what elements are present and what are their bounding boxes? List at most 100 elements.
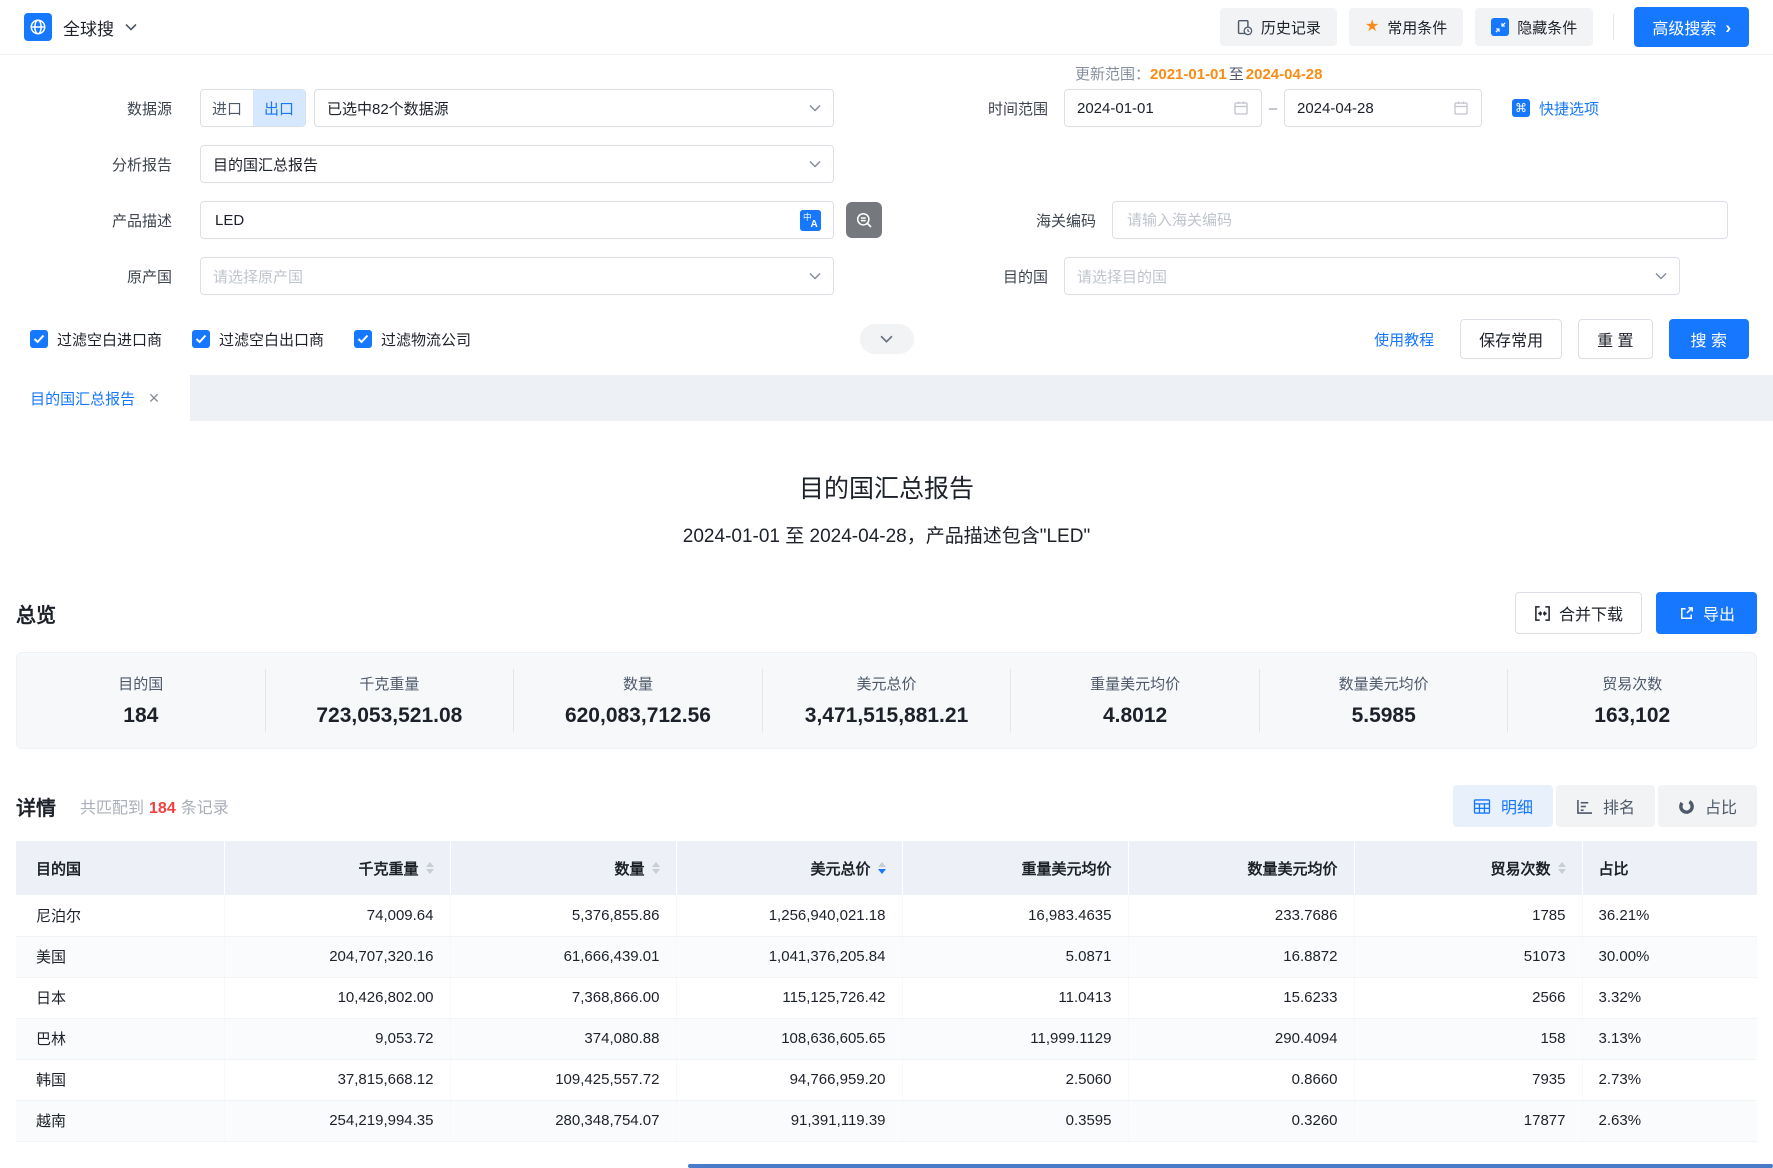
value-cell: 2.73% bbox=[1582, 1059, 1757, 1100]
filter-checkbox-1[interactable]: 过滤空白出口商 bbox=[192, 329, 324, 350]
tutorial-link[interactable]: 使用教程 bbox=[1374, 329, 1434, 350]
overview-stats: 目的国184千克重量723,053,521.08数量620,083,712.56… bbox=[16, 652, 1757, 749]
export-button[interactable]: 导出 bbox=[1656, 592, 1757, 634]
import-segment[interactable]: 进口 bbox=[201, 90, 253, 126]
value-cell: 15.6233 bbox=[1128, 977, 1354, 1018]
start-date-input[interactable]: 2024-01-01 bbox=[1064, 89, 1262, 127]
stat-item: 数量美元均价 5.5985 bbox=[1260, 669, 1509, 732]
hide-conditions-button[interactable]: 隐藏条件 bbox=[1475, 8, 1593, 46]
stat-label: 贸易次数 bbox=[1508, 673, 1756, 694]
collapse-icon bbox=[1491, 18, 1509, 36]
value-cell: 91,391,119.39 bbox=[676, 1100, 902, 1141]
column-header-2[interactable]: 数量 bbox=[450, 841, 676, 895]
product-desc-field: 中A bbox=[200, 201, 834, 239]
collapse-panel-button[interactable] bbox=[860, 324, 914, 354]
topbar-actions: 历史记录 ★ 常用条件 隐藏条件 高级搜索 › bbox=[1220, 7, 1749, 47]
stat-value: 5.5985 bbox=[1260, 704, 1508, 728]
details-heading: 详情 bbox=[16, 792, 56, 821]
table-row: 韩国37,815,668.12109,425,557.7294,766,959.… bbox=[16, 1059, 1757, 1100]
tab-strip: 目的国汇总报告 ✕ bbox=[0, 375, 1773, 421]
chevron-down-icon bbox=[809, 272, 821, 280]
view-detail-button[interactable]: 明细 bbox=[1453, 785, 1553, 827]
stat-item: 美元总价3,471,515,881.21 bbox=[763, 669, 1012, 732]
sort-icon[interactable] bbox=[652, 862, 660, 874]
tab-destination-report[interactable]: 目的国汇总报告 ✕ bbox=[0, 375, 190, 421]
column-header-6[interactable]: 贸易次数 bbox=[1354, 841, 1582, 895]
value-cell: 7,368,866.00 bbox=[450, 977, 676, 1018]
search-panel: 更新范围：2021-01-01至2024-04-28 数据源 进口 出口 已选中… bbox=[0, 55, 1773, 359]
value-cell: 37,815,668.12 bbox=[224, 1059, 450, 1100]
advanced-search-button[interactable]: 高级搜索 › bbox=[1634, 7, 1749, 47]
search-actions: 使用教程 保存常用 重 置 搜 索 bbox=[1374, 319, 1749, 359]
topbar: 全球搜 历史记录 ★ 常用条件 隐藏条件 高级搜索 › bbox=[0, 0, 1773, 55]
value-cell: 1,256,940,021.18 bbox=[676, 895, 902, 936]
history-button[interactable]: 历史记录 bbox=[1220, 8, 1337, 46]
sort-icon[interactable] bbox=[878, 862, 886, 874]
overview-actions: 合并下载 导出 bbox=[1515, 592, 1757, 634]
stat-label: 千克重量 bbox=[266, 673, 514, 694]
stat-value: 3,471,515,881.21 bbox=[763, 704, 1011, 728]
column-header-1[interactable]: 千克重量 bbox=[224, 841, 450, 895]
view-share-button[interactable]: 占比 bbox=[1658, 785, 1757, 827]
stat-label: 数量美元均价 bbox=[1260, 673, 1508, 694]
filter-checkbox-0[interactable]: 过滤空白进口商 bbox=[30, 329, 162, 350]
table-row: 日本10,426,802.007,368,866.00115,125,726.4… bbox=[16, 977, 1757, 1018]
details-header: 详情 共匹配到184条记录 明细排名占比 bbox=[0, 785, 1773, 827]
product-desc-input[interactable] bbox=[213, 211, 800, 230]
match-count-text: 共匹配到184条记录 bbox=[80, 794, 229, 818]
value-cell: 17877 bbox=[1354, 1100, 1582, 1141]
data-source-select[interactable]: 已选中82个数据源 bbox=[314, 89, 834, 127]
value-cell: 0.3595 bbox=[902, 1100, 1128, 1141]
hs-code-label: 海关编码 bbox=[882, 210, 1112, 231]
favorites-button[interactable]: ★ 常用条件 bbox=[1349, 8, 1463, 46]
ranking-icon bbox=[1576, 799, 1593, 814]
sort-icon[interactable] bbox=[426, 862, 434, 874]
horizontal-scrollbar[interactable] bbox=[688, 1164, 1773, 1168]
report-type-label: 分析报告 bbox=[24, 154, 200, 175]
value-cell: 1785 bbox=[1354, 895, 1582, 936]
value-cell: 3.32% bbox=[1582, 977, 1757, 1018]
value-cell: 94,766,959.20 bbox=[676, 1059, 902, 1100]
hs-code-field bbox=[1112, 201, 1728, 239]
globe-logo-icon bbox=[24, 13, 52, 41]
value-cell: 290.4094 bbox=[1128, 1018, 1354, 1059]
value-cell: 374,080.88 bbox=[450, 1018, 676, 1059]
translate-icon[interactable]: 中A bbox=[800, 210, 821, 231]
checkbox-checked-icon bbox=[30, 330, 48, 348]
quick-options-link[interactable]: ⌘ 快捷选项 bbox=[1512, 98, 1599, 119]
table-row: 尼泊尔74,009.645,376,855.861,256,940,021.18… bbox=[16, 895, 1757, 936]
checkbox-checked-icon bbox=[192, 330, 210, 348]
origin-country-label: 原产国 bbox=[24, 266, 200, 287]
sort-icon[interactable] bbox=[1558, 862, 1566, 874]
view-ranking-button[interactable]: 排名 bbox=[1556, 785, 1655, 827]
value-cell: 109,425,557.72 bbox=[450, 1059, 676, 1100]
search-button[interactable]: 搜 索 bbox=[1669, 319, 1749, 359]
stat-item: 重量美元均价4.8012 bbox=[1011, 669, 1260, 732]
chevron-right-icon: › bbox=[1725, 19, 1731, 36]
save-common-button[interactable]: 保存常用 bbox=[1460, 319, 1562, 359]
divider bbox=[1613, 14, 1614, 40]
close-tab-icon[interactable]: ✕ bbox=[148, 391, 160, 405]
country-cell: 尼泊尔 bbox=[16, 895, 224, 936]
country-cell: 巴林 bbox=[16, 1018, 224, 1059]
synonym-search-button[interactable] bbox=[846, 202, 882, 238]
hs-code-input[interactable] bbox=[1125, 211, 1715, 230]
value-cell: 204,707,320.16 bbox=[224, 936, 450, 977]
chevron-down-icon bbox=[1655, 272, 1667, 280]
export-segment[interactable]: 出口 bbox=[253, 90, 305, 126]
app-brand[interactable]: 全球搜 bbox=[24, 13, 137, 41]
column-header-5: 数量美元均价 bbox=[1128, 841, 1354, 895]
dest-country-select[interactable]: 请选择目的国 bbox=[1064, 257, 1680, 295]
stat-item: 目的国184 bbox=[17, 669, 266, 732]
report-type-select[interactable]: 目的国汇总报告 bbox=[200, 145, 834, 183]
filter-checkbox-2[interactable]: 过滤物流公司 bbox=[354, 329, 471, 350]
stat-label: 数量 bbox=[514, 673, 762, 694]
end-date-input[interactable]: 2024-04-28 bbox=[1284, 89, 1482, 127]
merge-download-button[interactable]: 合并下载 bbox=[1515, 592, 1642, 634]
value-cell: 1,041,376,205.84 bbox=[676, 936, 902, 977]
reset-button[interactable]: 重 置 bbox=[1578, 319, 1652, 359]
value-cell: 30.00% bbox=[1582, 936, 1757, 977]
column-header-3[interactable]: 美元总价 bbox=[676, 841, 902, 895]
origin-country-select[interactable]: 请选择原产国 bbox=[200, 257, 834, 295]
calendar-icon bbox=[1453, 100, 1469, 116]
